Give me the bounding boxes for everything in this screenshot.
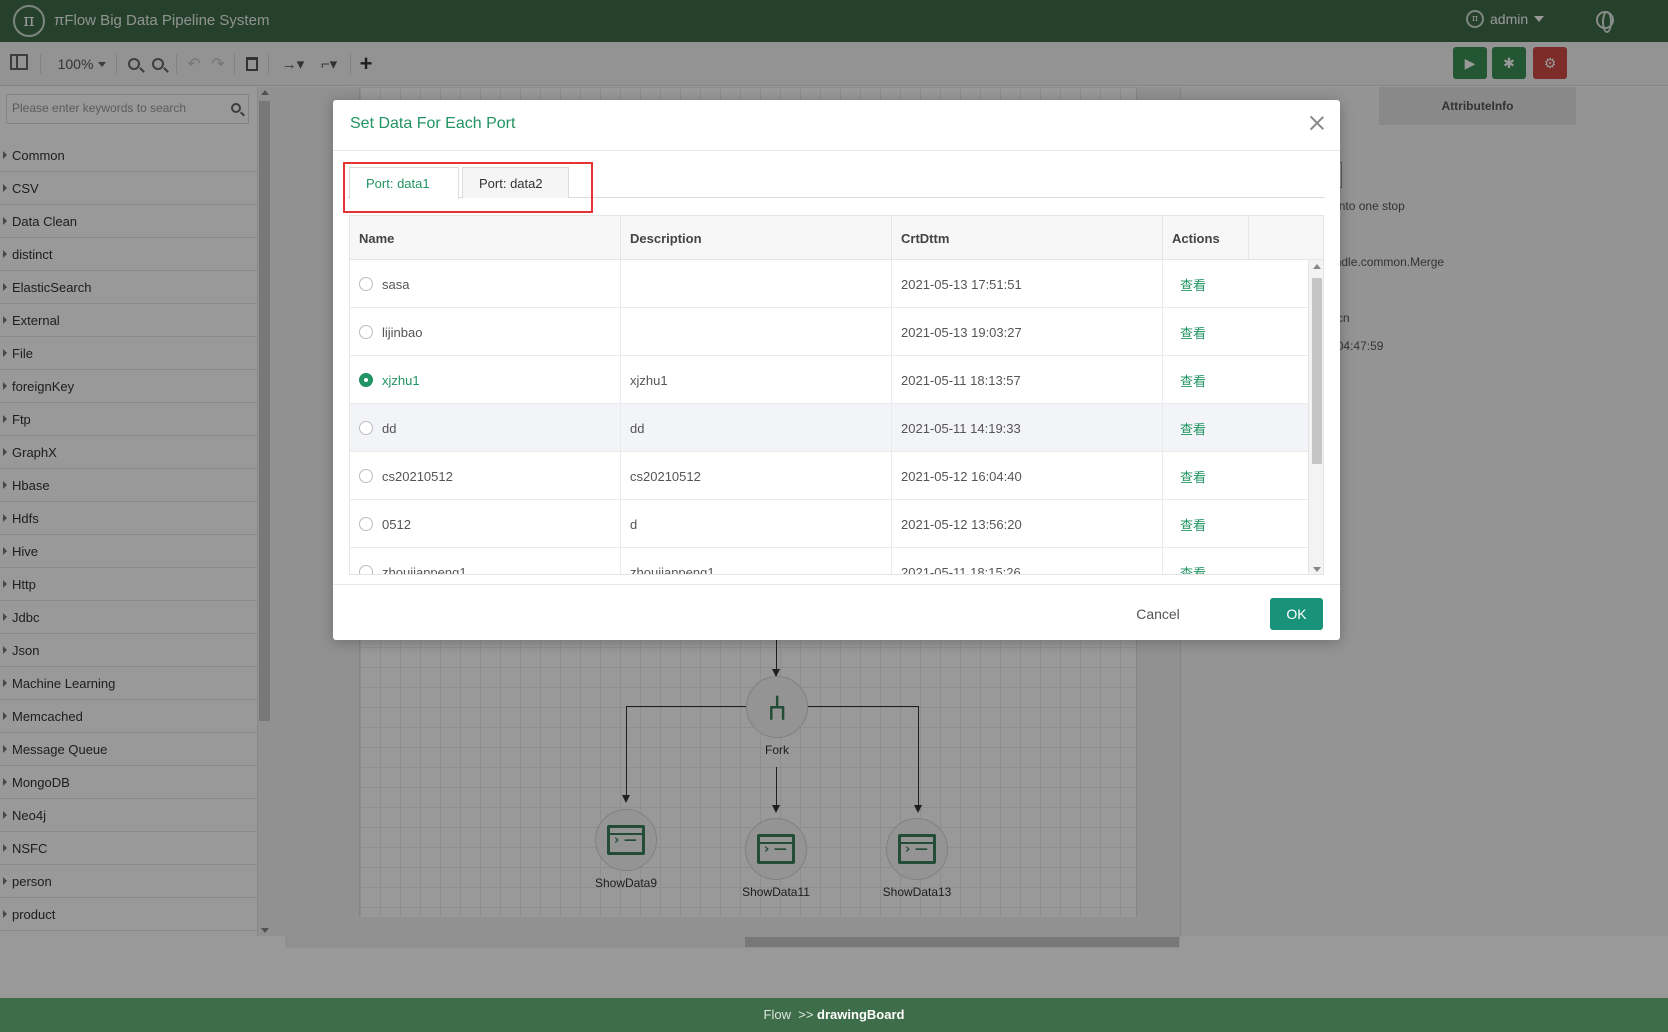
footer-bar: Flow >> drawingBoard bbox=[0, 998, 1668, 1032]
view-link[interactable]: 查看 bbox=[1172, 563, 1206, 575]
table-row[interactable]: lijinbao 2021-05-13 19:03:27 查看 bbox=[350, 308, 1308, 356]
ok-button[interactable]: OK bbox=[1270, 598, 1323, 630]
cell-description: xjzhu1 bbox=[621, 356, 892, 404]
name-text: sasa bbox=[382, 276, 410, 292]
cancel-button[interactable]: Cancel bbox=[1127, 598, 1189, 630]
annotation-highlight-box bbox=[343, 162, 593, 213]
table-row[interactable]: xjzhu1 xjzhu1 2021-05-11 18:13:57 查看 bbox=[350, 356, 1308, 404]
breadcrumb: Flow >> drawingBoard bbox=[0, 1007, 1668, 1022]
table-scrollbar[interactable] bbox=[1308, 260, 1323, 574]
name-text: xjzhu1 bbox=[382, 372, 420, 388]
view-link[interactable]: 查看 bbox=[1172, 419, 1206, 438]
cell-crtdttm: 2021-05-11 14:19:33 bbox=[892, 404, 1163, 452]
cell-description bbox=[621, 260, 892, 308]
table-header: Name Description CrtDttm Actions bbox=[350, 216, 1323, 260]
cell-actions: 查看 bbox=[1163, 452, 1249, 500]
cell-actions: 查看 bbox=[1163, 260, 1249, 308]
row-radio[interactable] bbox=[359, 325, 373, 339]
cell-description: cs20210512 bbox=[621, 452, 892, 500]
dialog-title: Set Data For Each Port bbox=[350, 115, 516, 132]
data-table: Name Description CrtDttm Actions sasa 202… bbox=[349, 215, 1324, 575]
row-radio[interactable] bbox=[359, 421, 373, 435]
scroll-up-icon[interactable] bbox=[1313, 264, 1321, 269]
table-row[interactable]: 0512 d 2021-05-12 13:56:20 查看 bbox=[350, 500, 1308, 548]
table-row[interactable]: cs20210512 cs20210512 2021-05-12 16:04:40 查… bbox=[350, 452, 1308, 500]
row-radio[interactable] bbox=[359, 517, 373, 531]
cell-crtdttm: 2021-05-13 19:03:27 bbox=[892, 308, 1163, 356]
row-radio[interactable] bbox=[359, 565, 373, 574]
cell-actions: 查看 bbox=[1163, 356, 1249, 404]
cell-crtdttm: 2021-05-12 16:04:40 bbox=[892, 452, 1163, 500]
table-body: sasa 2021-05-13 17:51:51 查看 lijinbao 2021-05… bbox=[350, 260, 1308, 575]
row-radio[interactable] bbox=[359, 469, 373, 483]
cell-actions: 查看 bbox=[1163, 308, 1249, 356]
dialog-divider bbox=[333, 584, 1340, 585]
scroll-down-icon[interactable] bbox=[1313, 567, 1321, 572]
view-link[interactable]: 查看 bbox=[1172, 467, 1206, 486]
name-text: dd bbox=[382, 420, 397, 436]
table-row[interactable]: dd dd 2021-05-11 14:19:33 查看 bbox=[350, 404, 1308, 452]
column-header-name[interactable]: Name bbox=[350, 216, 621, 260]
cell-name: zhoujianpeng1 bbox=[350, 548, 621, 575]
view-link[interactable]: 查看 bbox=[1172, 371, 1206, 390]
name-text: cs20210512 bbox=[382, 468, 453, 484]
row-radio[interactable] bbox=[359, 277, 373, 291]
breadcrumb-separator: >> bbox=[798, 1007, 814, 1022]
cell-crtdttm: 2021-05-11 18:15:26 bbox=[892, 548, 1163, 574]
table-row[interactable]: sasa 2021-05-13 17:51:51 查看 bbox=[350, 260, 1308, 308]
cell-name: cs20210512 bbox=[350, 452, 621, 500]
view-link[interactable]: 查看 bbox=[1172, 275, 1206, 294]
view-link[interactable]: 查看 bbox=[1172, 515, 1206, 534]
dialog-divider bbox=[333, 150, 1340, 151]
cell-name: xjzhu1 bbox=[350, 356, 621, 404]
cell-description: d bbox=[621, 500, 892, 548]
cell-description: dd bbox=[621, 404, 892, 452]
cell-crtdttm: 2021-05-13 17:51:51 bbox=[892, 260, 1163, 308]
cell-name: sasa bbox=[350, 260, 621, 308]
cell-crtdttm: 2021-05-11 18:13:57 bbox=[892, 356, 1163, 404]
cell-actions: 查看 bbox=[1163, 404, 1249, 452]
cell-name: 0512 bbox=[350, 500, 621, 548]
cell-description bbox=[621, 308, 892, 356]
name-text: lijinbao bbox=[382, 324, 423, 340]
name-text: zhoujianpeng1 bbox=[382, 564, 467, 575]
cell-name: lijinbao bbox=[350, 308, 621, 356]
cell-crtdttm: 2021-05-12 13:56:20 bbox=[892, 500, 1163, 548]
table-row[interactable]: zhoujianpeng1 zhoujianpeng1 2021-05-11 18:… bbox=[350, 548, 1308, 575]
scrollbar-thumb[interactable] bbox=[1312, 278, 1322, 464]
column-header-crtdttm[interactable]: CrtDttm bbox=[892, 216, 1163, 260]
column-header-description[interactable]: Description bbox=[621, 216, 892, 260]
breadcrumb-root[interactable]: Flow bbox=[764, 1007, 791, 1022]
breadcrumb-current: drawingBoard bbox=[817, 1007, 905, 1022]
row-radio[interactable] bbox=[359, 373, 373, 387]
column-header-actions: Actions bbox=[1163, 216, 1249, 260]
cell-description: zhoujianpeng1 bbox=[621, 548, 892, 574]
close-icon[interactable] bbox=[1310, 116, 1324, 130]
name-text: 0512 bbox=[382, 516, 411, 532]
cell-actions: 查看 bbox=[1163, 548, 1249, 575]
view-link[interactable]: 查看 bbox=[1172, 323, 1206, 342]
cell-actions: 查看 bbox=[1163, 500, 1249, 548]
cell-name: dd bbox=[350, 404, 621, 452]
set-port-data-dialog: Set Data For Each Port Port: data1 Port:… bbox=[333, 100, 1340, 640]
